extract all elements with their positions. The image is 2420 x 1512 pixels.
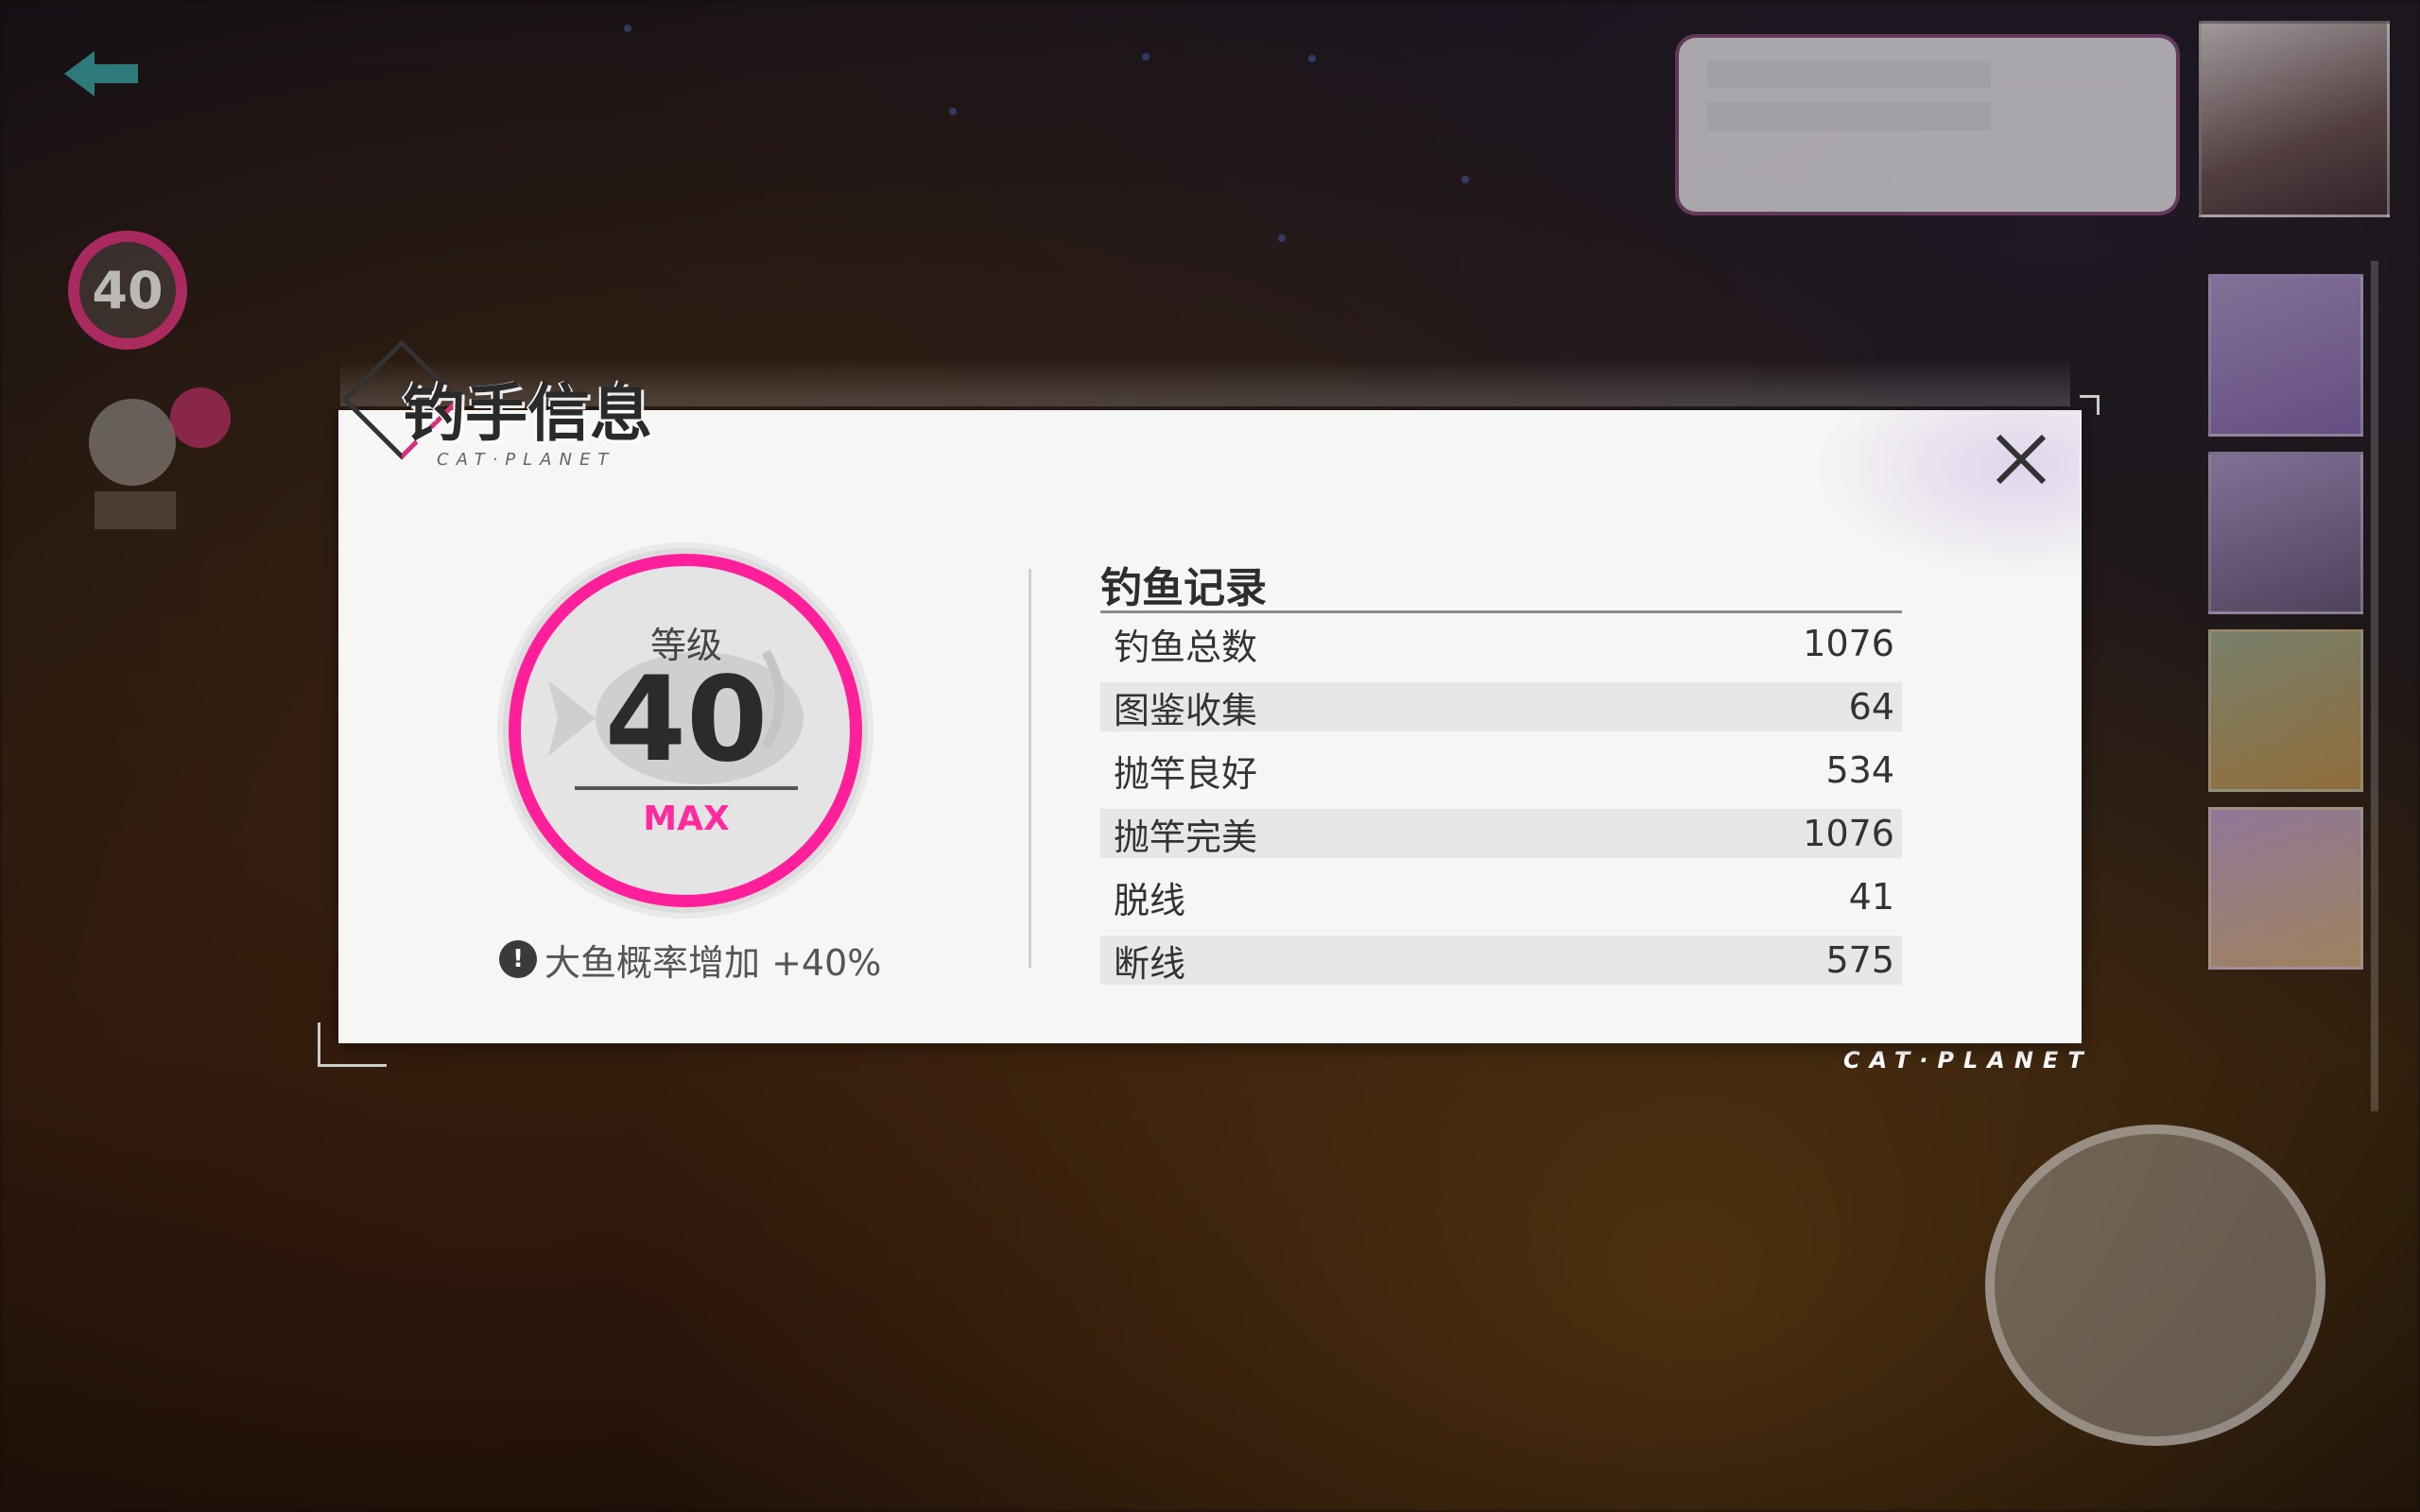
equipment-slot-rod[interactable] <box>2208 274 2363 437</box>
hud-notification-badge <box>170 387 231 448</box>
level-underline <box>575 786 798 790</box>
corner-bracket <box>318 1022 387 1067</box>
cat-planet-emblem-icon <box>1985 1125 2325 1446</box>
record-value: 41 <box>1848 876 1894 918</box>
record-value: 575 <box>1825 939 1894 981</box>
record-value: 1076 <box>1803 813 1894 854</box>
equipment-slot-reel[interactable] <box>2208 452 2363 614</box>
equipment-slot-bait[interactable] <box>2208 629 2363 792</box>
record-label: 钓鱼总数 <box>1114 626 1258 668</box>
dialog-title-block: 钓手信息 CAT·PLANET <box>341 339 690 482</box>
character-portrait[interactable] <box>2199 21 2390 217</box>
bonus-text: 大鱼概率增加 +40% <box>544 941 882 984</box>
bubble-text-line <box>1707 102 1991 130</box>
equipment-scrollbar[interactable] <box>2371 261 2378 1111</box>
hud-avatar[interactable] <box>89 399 176 486</box>
record-label: 脱线 <box>1114 879 1186 921</box>
dialog-title: 钓手信息 <box>403 377 652 450</box>
records-title-rule <box>1100 610 1902 613</box>
equipment-list <box>2208 274 2363 985</box>
record-row-unhooked: 脱线 41 <box>1100 872 1902 921</box>
record-row-total: 钓鱼总数 1076 <box>1100 619 1902 668</box>
record-row-collection: 图鉴收集 64 <box>1100 682 1902 731</box>
corner-bracket <box>2080 395 2100 415</box>
equipment-slot-accessory[interactable] <box>2208 807 2363 970</box>
brand-mark: CAT·PLANET <box>1843 1047 2093 1074</box>
record-label: 断线 <box>1114 942 1186 985</box>
back-arrow-icon[interactable] <box>57 45 142 102</box>
record-value: 64 <box>1848 686 1894 728</box>
level-value: 40 <box>604 652 769 788</box>
hud-avatar-label <box>95 491 176 529</box>
hud-level-label <box>62 185 204 223</box>
record-row-cast-good: 抛竿良好 534 <box>1100 746 1902 795</box>
bonus-info: ! 大鱼概率增加 +40% <box>499 936 896 984</box>
record-value: 534 <box>1825 749 1894 791</box>
speech-bubble <box>1679 38 2176 212</box>
record-row-line-break: 断线 575 <box>1100 936 1902 985</box>
close-button[interactable] <box>1983 421 2059 497</box>
hud-level-ring[interactable]: 40 <box>68 231 187 350</box>
records-title: 钓鱼记录 <box>1100 564 1267 612</box>
record-label: 抛竿良好 <box>1114 752 1258 795</box>
dialog-subtitle: CAT·PLANET <box>437 450 616 470</box>
record-value: 1076 <box>1803 623 1894 664</box>
close-icon <box>1996 434 2047 485</box>
record-row-cast-perfect: 抛竿完美 1076 <box>1100 809 1902 858</box>
bubble-text-line <box>1707 60 1991 89</box>
record-label: 抛竿完美 <box>1114 816 1258 858</box>
level-max-label: MAX <box>643 799 730 838</box>
section-divider <box>1028 569 1031 968</box>
records-table: 钓鱼总数 1076 图鉴收集 64 抛竿良好 534 抛竿完美 1076 脱线 … <box>1100 619 1902 999</box>
hud-level-value: 40 <box>92 260 164 320</box>
info-exclamation-icon: ! <box>499 940 537 978</box>
record-label: 图鉴收集 <box>1114 689 1258 731</box>
